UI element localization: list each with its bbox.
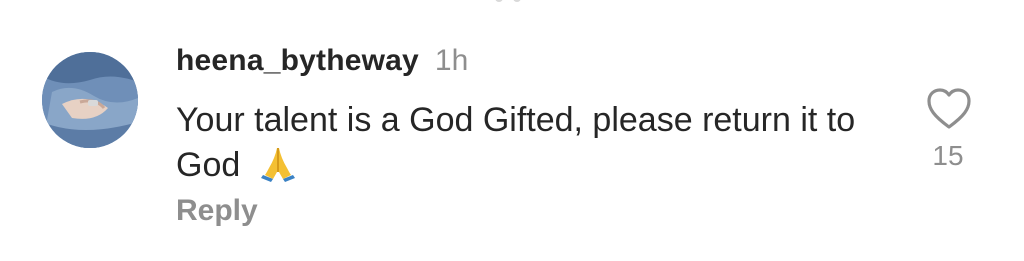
avatar-image: [42, 52, 138, 148]
reply-button[interactable]: Reply: [176, 194, 258, 228]
folded-hands-emoji: [258, 142, 298, 182]
clipped-indicator: [478, 0, 538, 4]
like-count: 15: [932, 140, 964, 171]
dot: [513, 0, 521, 2]
heart-icon[interactable]: [924, 84, 974, 134]
username-link[interactable]: heena_bytheway: [176, 44, 419, 78]
comment-text: Your talent is a God Gifted, please retu…: [176, 98, 896, 187]
dot: [495, 0, 503, 2]
comment-item: heena_bytheway 1h Your talent is a God G…: [0, 0, 1024, 261]
comment-meta: heena_bytheway 1h: [176, 44, 468, 84]
timestamp: 1h: [434, 44, 469, 77]
avatar[interactable]: [42, 52, 138, 148]
